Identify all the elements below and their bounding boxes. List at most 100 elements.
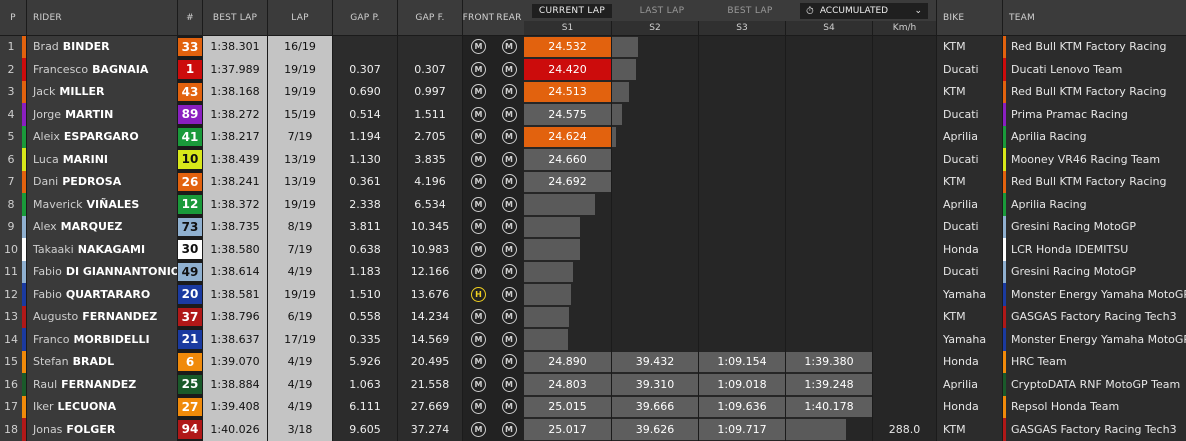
table-row[interactable]: 18 Jonas FOLGER 94 1:40.026 3/18 9.605 37.274 M M… (0, 418, 1186, 441)
bike-make: Ducati (937, 148, 1002, 171)
rider-name[interactable]: Franco MORBIDELLI (27, 328, 177, 351)
table-row[interactable]: 17 Iker LECUONA 27 1:39.408 4/19 6.111 27.669 M M… (0, 395, 1186, 418)
rider-name[interactable]: Augusto FERNANDEZ (27, 305, 177, 328)
position: 7 (0, 170, 22, 193)
front-tyre-cell: M (463, 170, 494, 193)
rider-number-badge: 94 (178, 420, 202, 439)
table-row[interactable]: 5 Aleix ESPARGARO 41 1:38.217 7/19 1.194 2.705 M… (0, 125, 1186, 148)
rider-name[interactable]: Stefan BRADL (27, 350, 177, 373)
tab-last-lap[interactable]: LAST LAP (622, 4, 702, 18)
sector-2-cell (612, 58, 698, 81)
best-lap-time: 1:38.580 (203, 238, 267, 261)
rider-name[interactable]: Luca MARINI (27, 148, 177, 171)
sector-3-cell (699, 328, 785, 351)
rider-first-name: Augusto (33, 310, 79, 324)
rider-name[interactable]: Alex MARQUEZ (27, 215, 177, 238)
team-name: GASGAS Factory Racing Tech3 (1003, 418, 1186, 441)
sector-1-cell: 24.660 (524, 148, 611, 171)
sector-2-cell (612, 238, 698, 261)
bike-make: Aprilia (937, 193, 1002, 216)
rider-name[interactable]: Aleix ESPARGARO (27, 125, 177, 148)
gap-previous: 1.183 (333, 260, 397, 283)
rider-number-badge: 37 (178, 307, 202, 326)
sector-2-time: 39.432 (612, 351, 698, 372)
header-bike: BIKE (937, 0, 1002, 35)
rider-name[interactable]: Fabio QUARTARARO (27, 283, 177, 306)
sector-2-cell (612, 328, 698, 351)
table-row[interactable]: 12 Fabio QUARTARARO 20 1:38.581 19/19 1.510 13.… (0, 283, 1186, 306)
front-tyre-cell: M (463, 80, 494, 103)
sector-progress-bar (612, 59, 637, 80)
table-row[interactable]: 3 Jack MILLER 43 1:38.168 19/19 0.690 0.997 M M 24… (0, 80, 1186, 103)
sector-2-cell (612, 35, 698, 58)
rear-tyre-icon: M (501, 241, 517, 257)
tab-current-lap[interactable]: CURRENT LAP (532, 4, 612, 18)
sector-3-cell (699, 170, 785, 193)
lap-count: 4/19 (268, 373, 332, 396)
speed-kmh (873, 215, 936, 238)
table-row[interactable]: 2 Francesco BAGNAIA 1 1:37.989 19/19 0.307 0.30… (0, 58, 1186, 81)
table-row[interactable]: 6 Luca MARINI 10 1:38.439 13/19 1.130 3.835 M M 24… (0, 148, 1186, 171)
table-row[interactable]: 7 Dani PEDROSA 26 1:38.241 13/19 0.361 4.196 M M 2… (0, 170, 1186, 193)
rider-name[interactable]: Jonas FOLGER (27, 418, 177, 441)
rider-name[interactable]: Jack MILLER (27, 80, 177, 103)
rider-name[interactable]: Dani PEDROSA (27, 170, 177, 193)
sector-2-cell (612, 215, 698, 238)
table-row[interactable]: 14 Franco MORBIDELLI 21 1:38.637 17/19 0.335 14… (0, 328, 1186, 351)
team-name: Red Bull KTM Factory Racing (1003, 170, 1186, 193)
mode-dropdown[interactable]: ⏱ ACCUMULATED ⌄ (800, 3, 928, 19)
team-name: Monster Energy Yamaha MotoGP (1003, 283, 1186, 306)
table-row[interactable]: 4 Jorge MARTIN 89 1:38.272 15/19 0.514 1.511 M M 2… (0, 103, 1186, 126)
rear-tyre-icon: M (501, 376, 517, 392)
rear-tyre-cell: M (494, 328, 524, 351)
sector-4-cell (786, 193, 872, 216)
rider-name[interactable]: Maverick VIÑALES (27, 193, 177, 216)
team-color-marker (1003, 125, 1006, 148)
sector-2-cell (612, 283, 698, 306)
team-color-marker (1003, 35, 1006, 58)
rider-number-badge: 27 (178, 397, 202, 416)
rider-name[interactable]: Raul FERNANDEZ (27, 373, 177, 396)
sector-3-cell (699, 148, 785, 171)
table-row[interactable]: 1 Brad BINDER 33 1:38.301 16/19 M M 24.532 KTM Red… (0, 35, 1186, 58)
rider-name[interactable]: Fabio DI GIANNANTONIO (27, 260, 177, 283)
table-row[interactable]: 13 Augusto FERNANDEZ 37 1:38.796 6/19 0.558 14.… (0, 305, 1186, 328)
best-lap-time: 1:38.241 (203, 170, 267, 193)
sector-2-cell (612, 193, 698, 216)
rear-tyre-cell: M (494, 395, 524, 418)
sector-3-cell: 1:09.154 (699, 350, 785, 373)
sector-2-cell (612, 170, 698, 193)
sector-3-time: 1:09.717 (699, 419, 785, 440)
table-row[interactable]: 11 Fabio DI GIANNANTONIO 49 1:38.614 4/19 1.18… (0, 260, 1186, 283)
sector-1-time: 24.624 (524, 126, 611, 147)
rear-tyre-icon: M (501, 39, 517, 55)
gap-first: 3.835 (398, 148, 462, 171)
team-color-strip (22, 58, 26, 81)
table-row[interactable]: 9 Alex MARQUEZ 73 1:38.735 8/19 3.811 10.345 M M D… (0, 215, 1186, 238)
rear-tyre-icon: M (501, 309, 517, 325)
team-name: Aprilia Racing (1003, 193, 1186, 216)
rider-name[interactable]: Jorge MARTIN (27, 103, 177, 126)
rider-first-name: Fabio (33, 287, 62, 301)
rider-last-name: BINDER (62, 40, 110, 54)
tab-best-lap[interactable]: BEST LAP (710, 4, 790, 18)
bike-make: KTM (937, 80, 1002, 103)
rider-name[interactable]: Takaaki NAKAGAMI (27, 238, 177, 261)
rider-name[interactable]: Brad BINDER (27, 35, 177, 58)
rider-name[interactable]: Francesco BAGNAIA (27, 58, 177, 81)
team-color-marker (1003, 215, 1006, 238)
position: 8 (0, 193, 22, 216)
team-color-strip (22, 125, 26, 148)
gap-first: 2.705 (398, 125, 462, 148)
front-tyre-icon: M (471, 151, 486, 167)
table-row[interactable]: 8 Maverick VIÑALES 12 1:38.372 19/19 2.338 6.53… (0, 193, 1186, 216)
front-tyre-cell: M (463, 125, 494, 148)
bike-make: Yamaha (937, 283, 1002, 306)
rider-number-badge: 73 (178, 217, 202, 236)
table-row[interactable]: 10 Takaaki NAKAGAMI 30 1:38.580 7/19 0.638 10.9… (0, 238, 1186, 261)
table-row[interactable]: 16 Raul FERNANDEZ 25 1:38.884 4/19 1.063 21.558… (0, 373, 1186, 396)
position: 13 (0, 305, 22, 328)
rider-name[interactable]: Iker LECUONA (27, 395, 177, 418)
table-row[interactable]: 15 Stefan BRADL 6 1:39.070 4/19 5.926 20.495 M M 2… (0, 350, 1186, 373)
sector-2-time: 39.310 (612, 374, 698, 395)
